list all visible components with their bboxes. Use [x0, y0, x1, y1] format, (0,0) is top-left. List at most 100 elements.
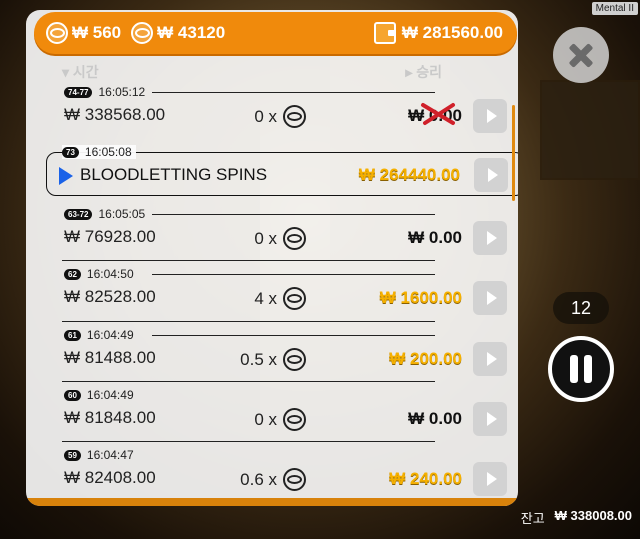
- replay-button[interactable]: [473, 402, 507, 436]
- row-time: 16:04:49: [86, 328, 134, 342]
- history-panel: ₩ 560 ₩ 43120 ₩ 281560.00 ▾ 시간 ▸ 승리 74-7…: [26, 10, 518, 506]
- row-meta: 63-72 16:05:05: [64, 207, 145, 221]
- coin-icon: [283, 105, 306, 128]
- spin-id-badge: 62: [64, 268, 81, 280]
- row-divider: [62, 260, 435, 261]
- row-multiplier: 0 x: [232, 408, 306, 431]
- balance-value: ₩ 338008.00: [554, 508, 632, 523]
- coin-icon: [46, 22, 68, 44]
- row-time: 16:04:50: [86, 267, 134, 281]
- row-meta: 62 16:04:50: [64, 267, 134, 281]
- row-multiplier-value: 0 x: [254, 106, 277, 126]
- row-multiplier-value: 0 x: [254, 228, 277, 248]
- feature-play-icon: [59, 167, 73, 185]
- balance-label: 잔고: [520, 511, 545, 526]
- history-row: 63-72 16:05:05 ₩ 76928.00 0 x ₩ 0.00: [62, 207, 507, 267]
- row-win: ₩ 200.00: [389, 349, 462, 368]
- row-divider: [62, 321, 435, 322]
- feature-win: ₩ 264440.00: [358, 165, 460, 184]
- column-headers: ▾ 시간 ▸ 승리: [62, 62, 442, 80]
- coin-icon: [283, 468, 306, 491]
- row-divider: [62, 381, 435, 382]
- history-row: 74-77 16:05:12 ₩ 338568.00 0 x ₩ 0.00: [62, 85, 507, 145]
- sort-by-time[interactable]: ▾ 시간: [62, 62, 99, 82]
- row-divider: [152, 214, 435, 215]
- pause-button[interactable]: [548, 336, 614, 402]
- feature-time: 16:05:08: [84, 145, 132, 159]
- row-time: 16:04:49: [86, 388, 134, 402]
- spin-id-badge: 60: [64, 389, 81, 401]
- spin-id-badge: 73: [62, 146, 79, 158]
- row-divider: [152, 92, 435, 93]
- row-bet: ₩ 82408.00: [64, 468, 156, 487]
- history-row: 62 16:04:50 ₩ 82528.00 4 x ₩ 1600.00: [62, 260, 507, 327]
- coin-icon: [283, 227, 306, 250]
- spin-id-badge: 63-72: [64, 208, 93, 220]
- row-win: ₩ 1600.00: [379, 288, 462, 307]
- sort-by-win[interactable]: ▸ 승리: [405, 62, 442, 82]
- row-multiplier: 0.5 x: [232, 348, 306, 371]
- row-divider: [152, 335, 435, 336]
- background-fusebox: [540, 80, 640, 180]
- row-multiplier: 4 x: [232, 287, 306, 310]
- feature-meta: 73 16:05:08: [62, 145, 136, 159]
- pause-icon-bar: [570, 355, 578, 383]
- coin-icon: [283, 287, 306, 310]
- balance-bar: ₩ 560 ₩ 43120 ₩ 281560.00: [34, 12, 517, 54]
- replay-button[interactable]: [473, 281, 507, 315]
- coin-icon: [283, 348, 306, 371]
- coin-balance-1-value: ₩ 560: [72, 23, 122, 42]
- history-row: 61 16:04:49 ₩ 81488.00 0.5 x ₩ 200.00: [62, 321, 507, 388]
- row-multiplier-value: 4 x: [254, 288, 277, 308]
- close-button[interactable]: [553, 27, 609, 83]
- replay-button[interactable]: [473, 342, 507, 376]
- replay-button[interactable]: [473, 462, 507, 496]
- replay-button[interactable]: [473, 221, 507, 255]
- history-row: 60 16:04:49 ₩ 81848.00 0 x ₩ 0.00: [62, 381, 507, 448]
- coin-balance-2: ₩ 43120: [131, 22, 225, 44]
- lost-cross-icon: [421, 103, 455, 125]
- replay-button[interactable]: [474, 158, 508, 192]
- pause-icon-bar: [584, 355, 592, 383]
- row-time: 16:05:05: [98, 207, 146, 221]
- coin-icon: [283, 408, 306, 431]
- row-bet: ₩ 76928.00: [64, 227, 156, 246]
- row-multiplier: 0 x: [232, 227, 306, 250]
- wallet-icon: [373, 22, 396, 44]
- coin-icon: [131, 22, 154, 44]
- row-divider: [152, 274, 435, 275]
- row-meta: 74-77 16:05:12: [64, 85, 145, 99]
- panel-bottom-strip: [26, 498, 518, 506]
- row-meta: 59 16:04:47: [64, 448, 134, 462]
- feature-name: BLOODLETTING SPINS: [80, 165, 268, 184]
- row-win: ₩ 0.00: [408, 228, 462, 247]
- row-divider: [62, 441, 435, 442]
- row-bet: ₩ 81848.00: [64, 408, 156, 427]
- balance-footer: 잔고 ₩ 338008.00: [521, 508, 632, 527]
- row-multiplier-value: 0.5 x: [240, 349, 277, 369]
- row-bet: ₩ 338568.00: [64, 105, 166, 124]
- row-win: ₩ 240.00: [389, 469, 462, 488]
- spin-id-badge: 74-77: [64, 86, 93, 98]
- row-multiplier-value: 0.6 x: [240, 469, 277, 489]
- row-multiplier-value: 0 x: [254, 409, 277, 429]
- spin-id-badge: 59: [64, 449, 81, 461]
- row-meta: 60 16:04:49: [64, 388, 134, 402]
- coin-balance-1: ₩ 560: [46, 22, 121, 44]
- row-bet: ₩ 82528.00: [64, 287, 156, 306]
- scrollbar[interactable]: [512, 105, 515, 201]
- game-title-tag: Mental II: [591, 2, 638, 15]
- row-bet: ₩ 81488.00: [64, 348, 156, 367]
- row-time: 16:04:47: [86, 448, 134, 462]
- row-multiplier: 0.6 x: [232, 468, 306, 491]
- row-win: ₩ 0.00: [408, 409, 462, 428]
- row-meta: 61 16:04:49: [64, 328, 134, 342]
- coin-balance-2-value: ₩ 43120: [157, 23, 226, 42]
- wallet-total: ₩ 281560.00: [373, 22, 503, 44]
- replay-button[interactable]: [473, 99, 507, 133]
- spin-count-badge: 12: [553, 292, 609, 324]
- row-time: 16:05:12: [98, 85, 146, 99]
- row-multiplier: 0 x: [232, 105, 306, 128]
- spin-id-badge: 61: [64, 329, 81, 341]
- wallet-total-value: ₩ 281560.00: [401, 23, 503, 42]
